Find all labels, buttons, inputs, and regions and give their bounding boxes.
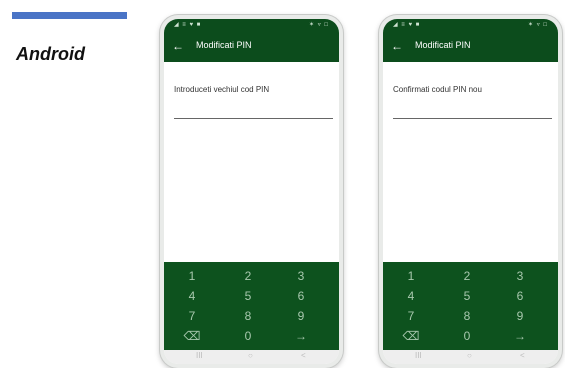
phone-mockup-confirm-pin: ◢ ≡ ♥ ■ ✶ ▿ □ ← Modificati PIN Confirmat… [379, 15, 562, 368]
status-icons-right: ✶ ▿ □ [528, 22, 548, 28]
pin-prompt: Introduceti vechiul cod PIN [174, 85, 270, 94]
key-5[interactable]: 5 [447, 286, 487, 306]
status-icons-left: ◢ ≡ ♥ ■ [393, 22, 421, 28]
next-arrow-icon[interactable]: → [500, 326, 540, 346]
key-9[interactable]: 9 [500, 306, 540, 326]
home-icon[interactable]: ○ [248, 351, 253, 360]
content-area: Introduceti vechiul cod PIN [164, 62, 339, 262]
key-8[interactable]: 8 [447, 306, 487, 326]
numeric-keypad: 1 2 3 4 5 6 7 8 9 ⌫ 0 → [383, 262, 558, 350]
status-bar: ◢ ≡ ♥ ■ ✶ ▿ □ [383, 19, 558, 32]
key-3[interactable]: 3 [500, 266, 540, 286]
phone-screen: ◢ ≡ ♥ ■ ✶ ▿ □ ← Modificati PIN Introduce… [164, 19, 339, 364]
accent-bar [12, 12, 127, 19]
key-1[interactable]: 1 [391, 266, 431, 286]
key-2[interactable]: 2 [447, 266, 487, 286]
key-0[interactable]: 0 [228, 326, 268, 346]
backspace-icon[interactable]: ⌫ [391, 326, 431, 346]
key-7[interactable]: 7 [391, 306, 431, 326]
key-7[interactable]: 7 [172, 306, 212, 326]
key-4[interactable]: 4 [391, 286, 431, 306]
screen-title: Modificati PIN [196, 40, 252, 50]
content-area: Confirmati codul PIN nou [383, 62, 558, 262]
recents-icon[interactable]: III [196, 351, 203, 360]
back-arrow-icon[interactable]: ← [172, 39, 184, 53]
key-3[interactable]: 3 [281, 266, 321, 286]
key-4[interactable]: 4 [172, 286, 212, 306]
system-nav-bar: III ○ < [164, 350, 339, 364]
key-8[interactable]: 8 [228, 306, 268, 326]
pin-prompt: Confirmati codul PIN nou [393, 85, 482, 94]
key-6[interactable]: 6 [281, 286, 321, 306]
pin-input-field[interactable] [393, 118, 552, 119]
back-arrow-icon[interactable]: ← [391, 39, 403, 53]
key-9[interactable]: 9 [281, 306, 321, 326]
app-bar: ← Modificati PIN [164, 32, 339, 62]
backspace-icon[interactable]: ⌫ [172, 326, 212, 346]
screen-title: Modificati PIN [415, 40, 471, 50]
back-nav-icon[interactable]: < [520, 351, 525, 360]
back-nav-icon[interactable]: < [301, 351, 306, 360]
status-bar: ◢ ≡ ♥ ■ ✶ ▿ □ [164, 19, 339, 32]
key-1[interactable]: 1 [172, 266, 212, 286]
phone-screen: ◢ ≡ ♥ ■ ✶ ▿ □ ← Modificati PIN Confirmat… [383, 19, 558, 364]
app-bar: ← Modificati PIN [383, 32, 558, 62]
status-icons-left: ◢ ≡ ♥ ■ [174, 22, 202, 28]
key-5[interactable]: 5 [228, 286, 268, 306]
status-icons-right: ✶ ▿ □ [309, 22, 329, 28]
numeric-keypad: 1 2 3 4 5 6 7 8 9 ⌫ 0 → [164, 262, 339, 350]
home-icon[interactable]: ○ [467, 351, 472, 360]
next-arrow-icon[interactable]: → [281, 326, 321, 346]
system-nav-bar: III ○ < [383, 350, 558, 364]
key-2[interactable]: 2 [228, 266, 268, 286]
platform-label: Android [16, 44, 85, 64]
recents-icon[interactable]: III [415, 351, 422, 360]
phone-mockup-old-pin: ◢ ≡ ♥ ■ ✶ ▿ □ ← Modificati PIN Introduce… [160, 15, 343, 368]
key-0[interactable]: 0 [447, 326, 487, 346]
key-6[interactable]: 6 [500, 286, 540, 306]
pin-input-field[interactable] [174, 118, 333, 119]
